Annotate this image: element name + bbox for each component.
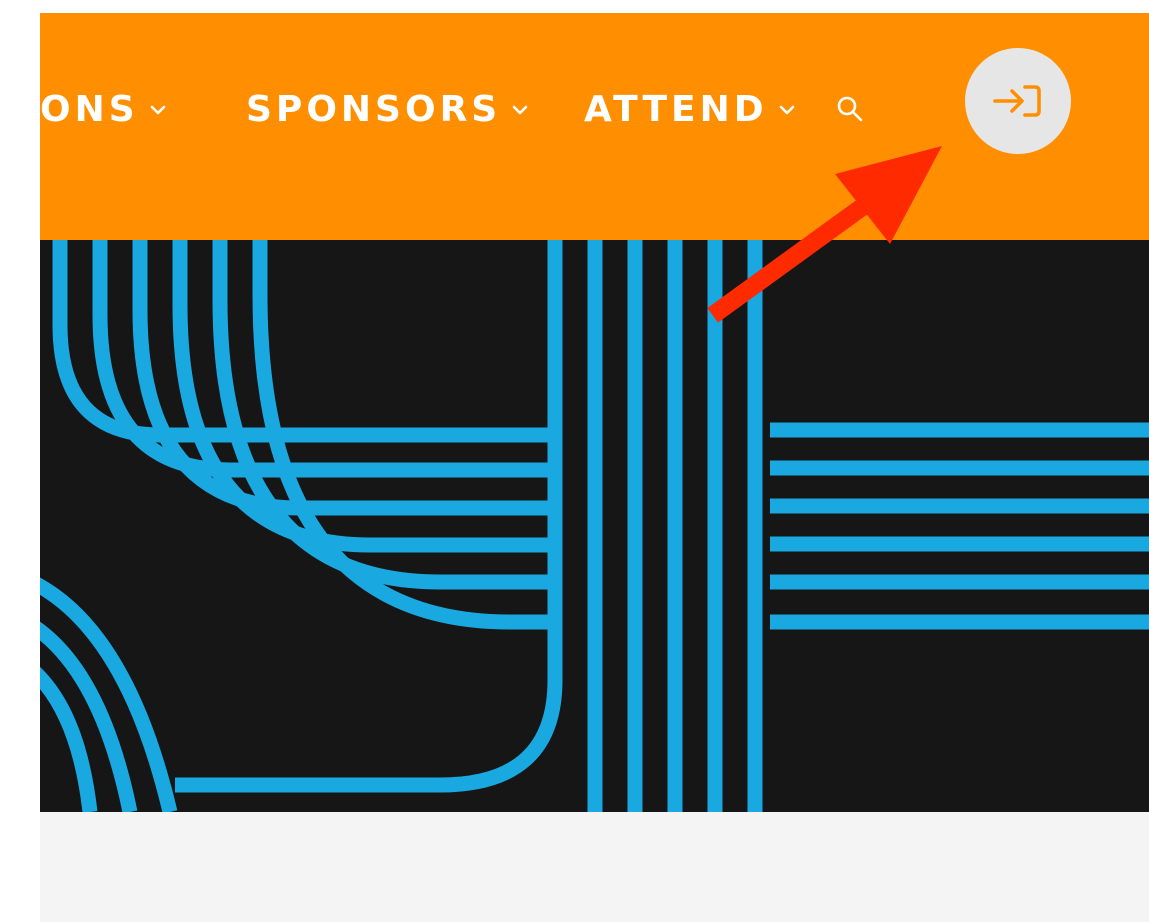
content-area [40,812,1149,922]
nav-item-label: SPONSORS [246,89,502,130]
chevron-down-icon [150,105,165,115]
nav-item-attend[interactable]: ATTEND [584,86,796,134]
site-header: ONS SPONSORS ATTEND [40,13,1149,240]
nav-item-label: ATTEND [584,89,768,130]
chevron-down-icon [779,105,794,115]
hero-line-pattern [40,240,1149,812]
login-button[interactable] [965,48,1071,154]
page-viewport: ONS SPONSORS ATTEND [40,13,1149,922]
chevron-down-icon [512,105,528,115]
nav-item-label: ONS [40,89,139,130]
hero-banner [40,240,1149,812]
search-icon[interactable] [834,93,866,125]
nav-item-sponsors[interactable]: SPONSORS [246,86,529,134]
nav-item-ons[interactable]: ONS [40,86,167,134]
login-arrow-icon [993,85,1041,117]
